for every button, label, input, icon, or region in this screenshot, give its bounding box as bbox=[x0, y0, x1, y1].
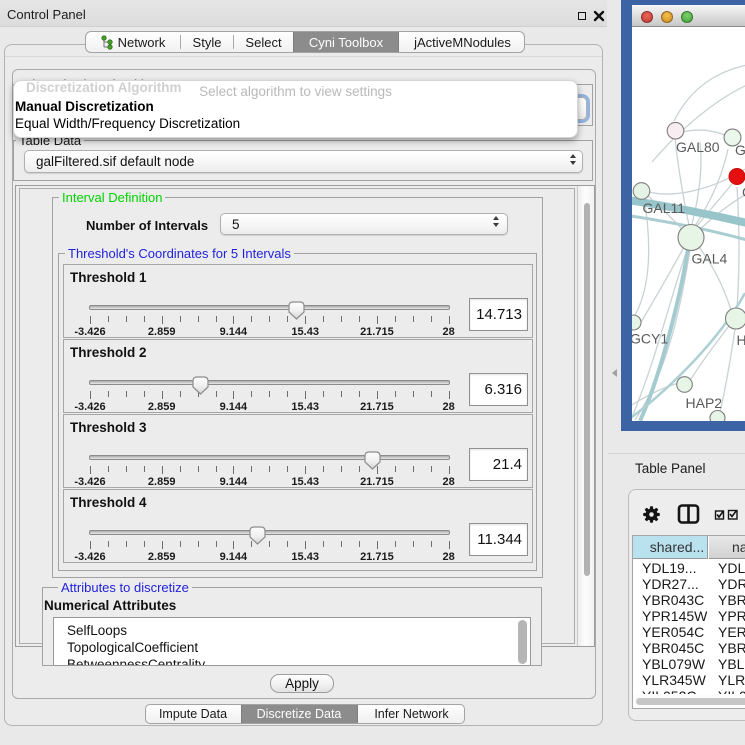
svg-text:GAL4: GAL4 bbox=[692, 251, 728, 267]
svg-text:GA: GA bbox=[735, 142, 745, 158]
svg-text:HAP2: HAP2 bbox=[686, 395, 723, 411]
svg-text:H: H bbox=[737, 332, 745, 348]
svg-text:GAL11: GAL11 bbox=[643, 200, 686, 216]
svg-text:GAL80: GAL80 bbox=[676, 139, 720, 155]
svg-text:GCY1: GCY1 bbox=[632, 331, 668, 347]
